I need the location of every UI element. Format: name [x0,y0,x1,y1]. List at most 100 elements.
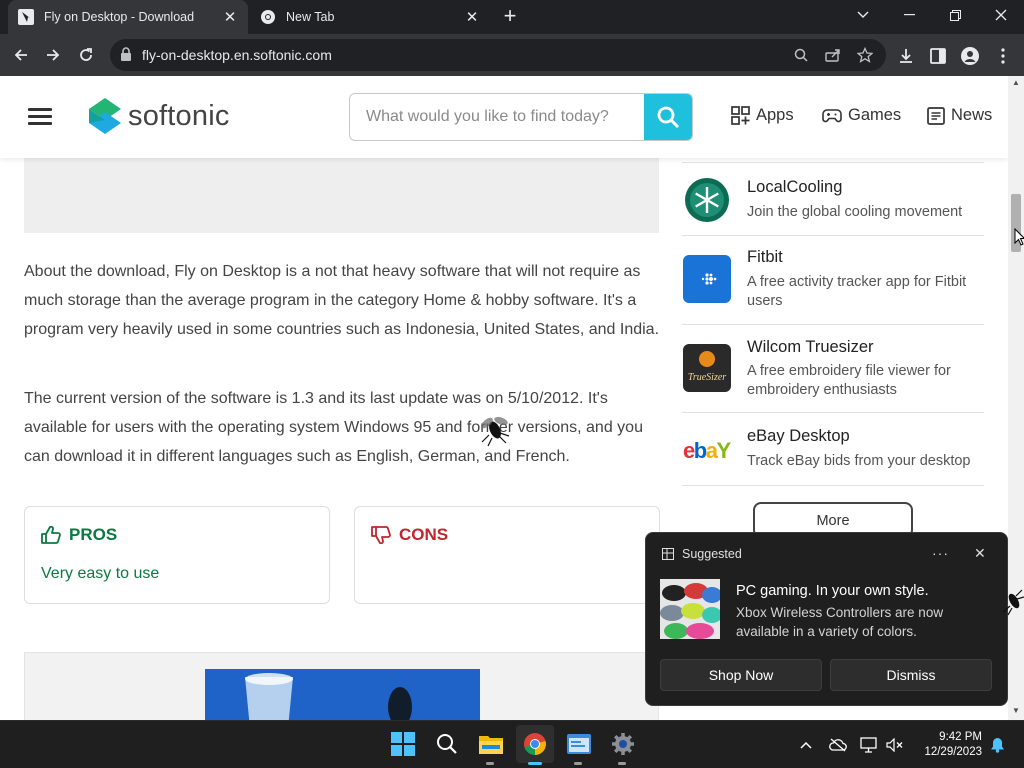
tray-overflow-chevron-icon[interactable] [797,736,815,754]
share-icon[interactable] [824,46,842,64]
scroll-up-icon[interactable]: ▲ [1012,78,1020,87]
thumbs-up-icon [41,526,61,544]
gear-icon [612,733,634,755]
nav-apps[interactable]: Apps [731,106,794,125]
tab-title: Fly on Desktop - Download [44,10,195,24]
chrome-icon [261,10,275,24]
chrome-taskbar-button[interactable] [516,725,554,763]
clock-time: 9:42 PM [939,731,982,743]
snowflake-icon [683,176,731,224]
suggested-app-icon [662,548,674,560]
pros-title: PROS [69,525,118,544]
close-window-icon[interactable] [978,0,1024,30]
softonic-logo[interactable]: softonic [88,97,230,135]
tab-close-icon[interactable]: ✕ [222,9,238,26]
windows-taskbar: 9:42 PM 12/29/2023 [0,720,1024,768]
sidebar-app-name: Fitbit [747,248,783,266]
settings-taskbar-button[interactable] [608,729,638,759]
zoom-search-icon[interactable] [792,46,810,64]
minimize-icon[interactable] [886,0,932,30]
shop-now-button[interactable]: Shop Now [660,659,822,691]
page-scrollbar[interactable]: ▲ ▼ [1008,76,1024,720]
cons-header: CONS [371,525,448,545]
fly-sprite-icon [1002,589,1024,616]
bookmark-star-icon[interactable] [856,46,874,64]
more-menu-icon[interactable] [993,46,1013,66]
forward-icon[interactable] [40,42,66,68]
onedrive-offline-icon[interactable] [829,736,847,754]
address-bar[interactable]: fly-on-desktop.en.softonic.com [110,39,886,71]
taskbar-clock[interactable]: 9:42 PM 12/29/2023 [910,730,982,760]
window-app-icon [567,734,591,754]
lock-icon [121,47,131,61]
pros-box: PROS Very easy to use [24,506,330,604]
search-input[interactable]: What would you like to find today? [366,108,616,126]
app-taskbar-button[interactable] [564,729,594,759]
softonic-favicon-icon [18,9,34,25]
folder-icon [479,736,503,754]
mouse-cursor-icon [1014,228,1024,246]
notification-bell-icon[interactable] [988,736,1006,754]
file-explorer-button[interactable] [476,729,506,759]
notification-more-icon[interactable]: ··· [932,545,949,561]
notification-source: Suggested [682,547,742,561]
browser-toolbar: fly-on-desktop.en.softonic.com [0,34,1024,76]
truesizer-icon: TrueSizer [683,344,731,392]
sidebar-app-desc: A free embroidery file viewer for embroi… [747,363,951,398]
windows-notification-toast: Suggested ··· ✕ PC gaming. In your own s… [645,532,1008,706]
nav-games[interactable]: Games [822,106,901,125]
screenshot-box [24,652,659,720]
taskbar-indicator [574,762,582,765]
sidebar-app-item[interactable]: LocalCooling Join the global cooling mov… [682,163,984,236]
ad-placeholder [24,158,659,233]
sidebar-app-desc: Track eBay bids from your desktop [747,453,971,469]
taskbar-search-button[interactable] [432,729,462,759]
site-header: softonic What would you like to find tod… [0,76,1008,158]
back-icon[interactable] [8,42,34,68]
sidebar-app-desc: A free activity tracker app for Fitbit u… [747,274,967,309]
start-button[interactable] [388,729,418,759]
nav-news[interactable]: News [927,106,992,125]
notification-close-icon[interactable]: ✕ [974,545,986,562]
cons-title: CONS [399,525,449,544]
sidebar-app-item[interactable]: Fitbit A free activity tracker app for F… [682,236,984,325]
dismiss-button[interactable]: Dismiss [830,659,992,691]
cons-box: CONS [354,506,660,604]
taskbar-indicator [618,762,626,765]
tab-bar: Fly on Desktop - Download ✕ New Tab ✕ + [0,0,1024,34]
tab-new-tab[interactable]: New Tab ✕ [250,0,490,34]
app-screenshot-image[interactable] [205,669,480,720]
profile-avatar-icon[interactable] [960,46,980,66]
search-button[interactable] [644,94,692,140]
tab-close-icon[interactable]: ✕ [464,9,480,26]
new-tab-button[interactable]: + [498,5,522,29]
hamburger-menu-icon[interactable] [28,108,52,126]
sidebar-app-name: eBay Desktop [747,427,850,445]
news-icon [927,106,945,125]
side-panel-icon[interactable] [928,46,948,66]
sidebar-app-item[interactable]: TrueSizer Wilcom Truesizer A free embroi… [682,325,984,413]
about-paragraph-1: About the download, Fly on Desktop is a … [24,263,660,338]
download-icon[interactable] [896,46,916,66]
ebay-icon: ebaY [683,426,731,474]
pros-item: Very easy to use [41,565,160,582]
svg-text:ebaY: ebaY [683,438,731,463]
xbox-controllers-image [660,579,720,639]
taskbar-active-indicator [528,762,542,765]
restore-icon[interactable] [932,0,978,30]
apps-grid-icon [731,106,750,125]
search-icon [437,734,457,754]
scroll-down-icon[interactable]: ▼ [1012,706,1020,715]
volume-muted-icon[interactable] [886,736,904,754]
network-icon[interactable] [860,736,878,754]
tab-search-icon[interactable] [840,0,886,30]
about-paragraph-2: The current version of the software is 1… [24,390,643,465]
sidebar-app-item[interactable]: ebaY eBay Desktop Track eBay bids from y… [682,413,984,486]
tab-fly-on-desktop[interactable]: Fly on Desktop - Download ✕ [8,0,248,34]
notification-title: PC gaming. In your own style. [736,583,929,599]
svg-text:TrueSizer: TrueSizer [688,372,726,383]
url-text: fly-on-desktop.en.softonic.com [142,47,332,63]
reload-icon[interactable] [73,42,99,68]
sidebar-app-name: Wilcom Truesizer [747,338,874,356]
nav-games-label: Games [848,106,902,124]
